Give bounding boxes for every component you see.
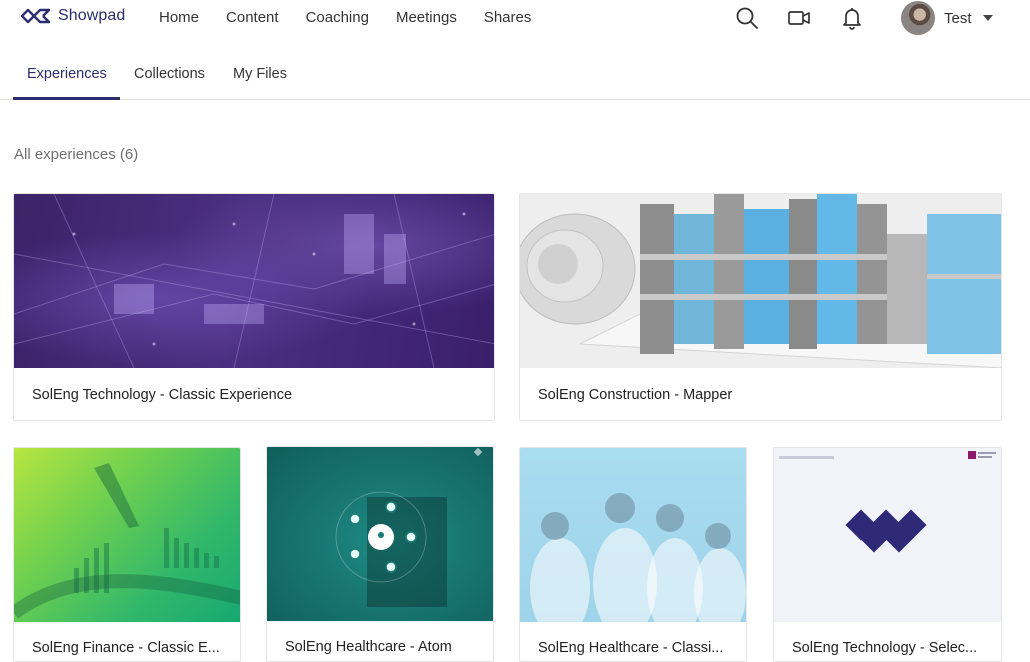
experience-card-title: SolEng Finance - Classic E... [32, 640, 220, 656]
selector-preview-image [774, 448, 1001, 622]
showpad-logo-icon [20, 8, 51, 24]
nav-content[interactable]: Content [226, 9, 279, 26]
notifications-button[interactable] [840, 6, 864, 30]
circuit-city-image [14, 194, 494, 369]
experience-card-title: SolEng Construction - Mapper [538, 387, 733, 403]
experience-card[interactable]: SolEng Technology - Selec... [773, 447, 1002, 662]
experience-thumbnail [520, 194, 1001, 369]
nav-coaching[interactable]: Coaching [306, 9, 369, 26]
chevron-down-icon [982, 15, 993, 21]
experience-card-title: SolEng Technology - Classic Experience [32, 387, 293, 403]
experience-card-title: SolEng Healthcare - Classi... [538, 640, 724, 656]
avatar [901, 1, 935, 35]
video-meeting-button[interactable] [787, 6, 811, 30]
building-model-image [520, 194, 1001, 369]
finance-chart-image [14, 463, 240, 619]
user-menu[interactable]: Test [901, 1, 993, 35]
tab-collections[interactable]: Collections [134, 66, 205, 82]
showpad-logo[interactable]: Showpad [20, 7, 125, 25]
main-nav: Home Content Coaching Meetings Shares [159, 9, 558, 26]
nav-home[interactable]: Home [159, 9, 199, 26]
experience-thumbnail [520, 448, 746, 638]
experience-card-title: SolEng Healthcare - Atom [285, 639, 452, 655]
section-title: All experiences (6) [14, 146, 139, 163]
experience-card-title: SolEng Technology - Selec... [792, 640, 978, 656]
active-tab-indicator [13, 97, 120, 100]
scientists-image [530, 493, 746, 638]
search-button[interactable] [735, 6, 759, 30]
search-icon [736, 7, 758, 29]
tab-bar: Experiences Collections My Files [0, 58, 1030, 100]
video-camera-icon [788, 11, 810, 25]
tab-experiences[interactable]: Experiences [27, 66, 107, 82]
top-navigation-bar: Showpad Home Content Coaching Meetings S… [0, 0, 1030, 36]
tab-my-files[interactable]: My Files [233, 66, 287, 82]
experience-card[interactable]: SolEng Finance - Classic E... [13, 447, 241, 662]
experience-card[interactable]: SolEng Healthcare - Atom [266, 446, 494, 662]
nav-shares[interactable]: Shares [484, 9, 532, 26]
experience-card[interactable]: SolEng Construction - Mapper [519, 193, 1002, 421]
brand-name: Showpad [58, 7, 126, 24]
nav-meetings[interactable]: Meetings [396, 9, 457, 26]
experience-card[interactable]: SolEng Technology - Classic Experience [13, 193, 495, 421]
user-name: Test [944, 9, 972, 27]
experience-thumbnail [14, 448, 240, 622]
experience-thumbnail [774, 448, 1001, 622]
bell-icon [843, 8, 861, 30]
atom-navigation-image [335, 447, 483, 607]
experience-card[interactable]: SolEng Healthcare - Classi... [519, 447, 747, 662]
experience-thumbnail [267, 447, 493, 621]
experience-thumbnail [14, 194, 494, 369]
